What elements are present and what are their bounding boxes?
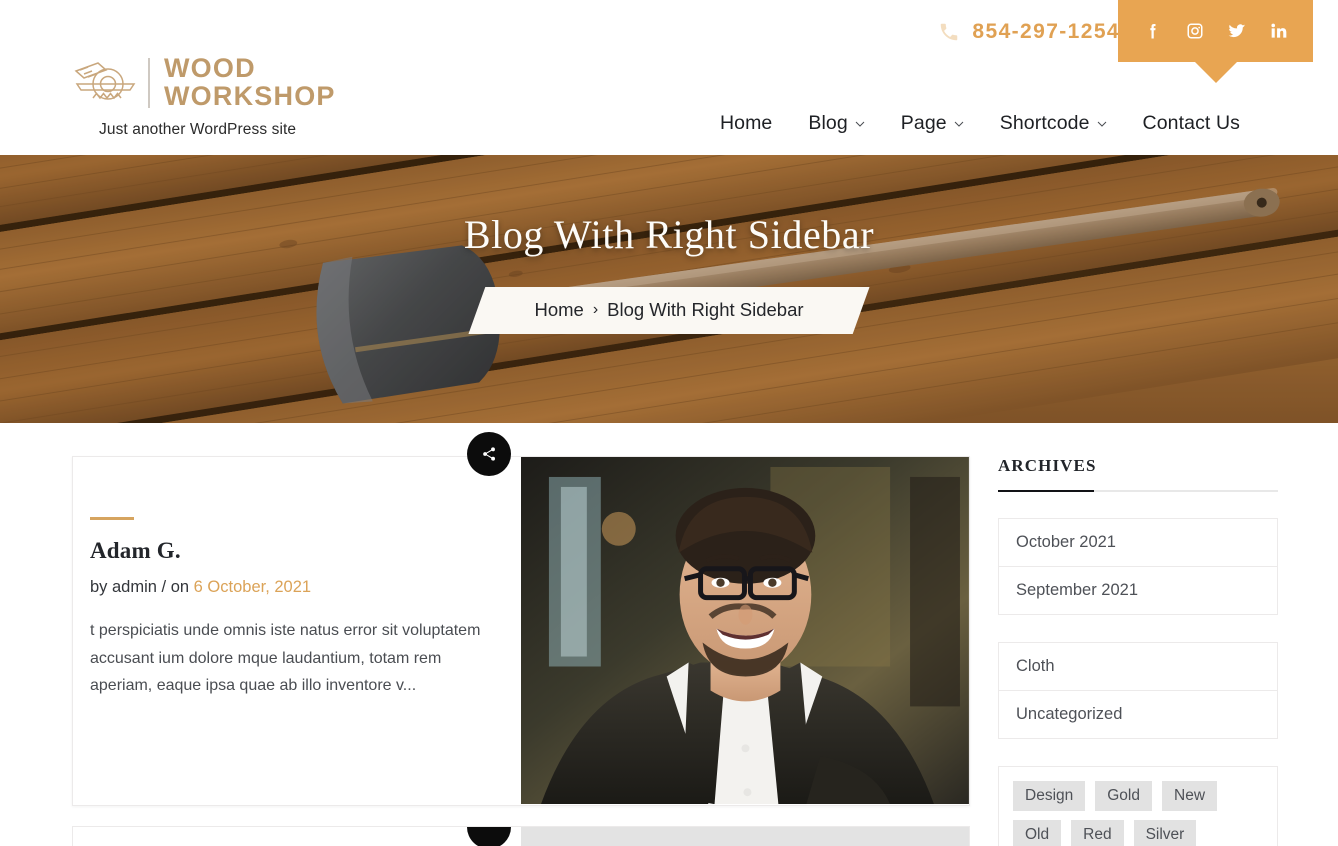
widget-title-underline bbox=[998, 490, 1278, 492]
archive-item[interactable]: September 2021 bbox=[999, 567, 1277, 614]
site-logo[interactable]: WOOD WORKSHOP bbox=[72, 53, 336, 111]
sidebar: Archives October 2021 September 2021 Clo… bbox=[998, 456, 1278, 846]
widget-tags: Design Gold New Old Red Silver bbox=[998, 766, 1278, 846]
post-meta-author: by admin / on bbox=[90, 578, 190, 596]
breadcrumb: Home › Blog With Right Sidebar bbox=[468, 287, 870, 334]
widget-archives: Archives October 2021 September 2021 bbox=[998, 456, 1278, 615]
nav-label: Shortcode bbox=[999, 112, 1090, 134]
social-link-instagram[interactable] bbox=[1185, 21, 1205, 41]
tag-item[interactable]: Gold bbox=[1095, 781, 1152, 812]
header-phone[interactable]: 854-297-1254 bbox=[938, 20, 1120, 44]
category-item[interactable]: Cloth bbox=[999, 643, 1277, 691]
tag-item[interactable]: Old bbox=[1013, 820, 1062, 846]
phone-number[interactable]: 854-297-1254 bbox=[972, 20, 1120, 44]
social-link-facebook[interactable] bbox=[1143, 21, 1163, 41]
nav-item-home[interactable]: Home bbox=[702, 112, 790, 135]
nav-item-blog[interactable]: Blog bbox=[790, 112, 882, 135]
social-link-linkedin[interactable] bbox=[1269, 21, 1289, 41]
logo-line-1: WOOD bbox=[164, 53, 256, 83]
phone-icon bbox=[941, 23, 958, 41]
post-text-block bbox=[73, 827, 521, 846]
share-icon bbox=[483, 447, 495, 461]
nav-item-page[interactable]: Page bbox=[883, 112, 982, 135]
breadcrumb-current: Blog With Right Sidebar bbox=[607, 299, 804, 320]
widget-categories: Cloth Uncategorized bbox=[998, 642, 1278, 739]
circular-saw-icon bbox=[74, 61, 136, 100]
nav-label: Blog bbox=[808, 112, 848, 134]
nav-item-contact-us[interactable]: Contact Us bbox=[1125, 112, 1258, 135]
logo-line-2: WORKSHOP bbox=[164, 80, 336, 111]
post-date[interactable]: 6 October, 2021 bbox=[194, 578, 311, 596]
nav-item-shortcode[interactable]: Shortcode bbox=[982, 112, 1125, 135]
breadcrumb-separator-icon: › bbox=[592, 301, 599, 318]
tag-item[interactable]: Red bbox=[1071, 820, 1124, 846]
linkedin-icon bbox=[1270, 23, 1286, 38]
chevron-down-icon bbox=[855, 121, 865, 127]
category-item[interactable]: Uncategorized bbox=[999, 691, 1277, 738]
chevron-down-icon bbox=[954, 121, 964, 127]
tag-item[interactable]: New bbox=[1162, 781, 1218, 812]
site-header: WOOD WORKSHOP Just another WordPress sit… bbox=[0, 0, 1338, 155]
tag-item[interactable]: Silver bbox=[1133, 820, 1197, 846]
post-excerpt: t perspiciatis unde omnis iste natus err… bbox=[90, 622, 481, 695]
blog-post-card-partial bbox=[72, 826, 970, 846]
archives-list: October 2021 September 2021 bbox=[998, 518, 1278, 615]
main-content: Adam G. by admin / on 6 October, 2021 t … bbox=[0, 423, 1338, 846]
blog-post-card: Adam G. by admin / on 6 October, 2021 t … bbox=[72, 432, 970, 806]
post-accent-bar bbox=[90, 517, 134, 520]
page-root: W Blog With Right Sidebar Customize 0 + … bbox=[0, 0, 1338, 846]
nav-label: Contact Us bbox=[1142, 112, 1240, 134]
post-meta: by admin / on 6 October, 2021 bbox=[90, 578, 483, 597]
logo-wordmark: WOOD WORKSHOP bbox=[164, 53, 336, 111]
post-title[interactable]: Adam G. bbox=[90, 538, 483, 564]
tag-cloud: Design Gold New Old Red Silver bbox=[998, 766, 1278, 846]
chevron-down-icon bbox=[1097, 121, 1106, 127]
tag-item[interactable]: Design bbox=[1013, 781, 1086, 812]
site-tagline: Just another WordPress site bbox=[99, 121, 297, 138]
post-thumbnail[interactable] bbox=[521, 827, 969, 846]
post-text-block: Adam G. by admin / on 6 October, 2021 t … bbox=[73, 457, 521, 805]
categories-list: Cloth Uncategorized bbox=[998, 642, 1278, 739]
page-title: Blog With Right Sidebar bbox=[463, 212, 875, 257]
logo-divider bbox=[148, 57, 150, 108]
nav-label: Home bbox=[719, 112, 773, 134]
breadcrumb-home-link[interactable]: Home bbox=[534, 299, 583, 321]
post-thumbnail-image bbox=[521, 457, 969, 805]
social-bar-pointer bbox=[1194, 62, 1237, 83]
facebook-icon bbox=[1149, 24, 1156, 39]
archive-item[interactable]: October 2021 bbox=[999, 519, 1277, 567]
social-links-bar bbox=[1118, 0, 1313, 83]
social-link-twitter[interactable] bbox=[1227, 21, 1247, 41]
twitter-icon bbox=[1228, 24, 1245, 38]
main-navigation: Home Blog Page Shortcode Contact Us bbox=[702, 112, 1258, 135]
post-thumbnail[interactable] bbox=[521, 457, 969, 805]
widget-title-archives: Archives bbox=[998, 456, 1097, 475]
instagram-icon bbox=[1187, 23, 1202, 39]
hero-banner: Blog With Right Sidebar Home › Blog With… bbox=[0, 155, 1338, 423]
share-button[interactable] bbox=[467, 432, 511, 476]
nav-label: Page bbox=[900, 112, 947, 134]
